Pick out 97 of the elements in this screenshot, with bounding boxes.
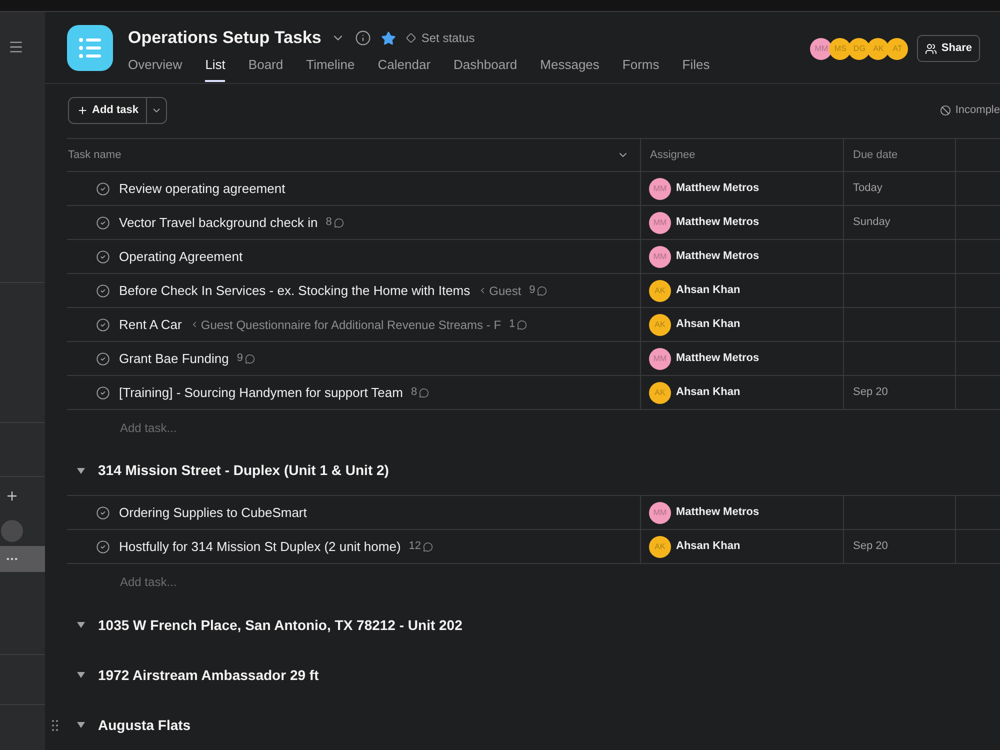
avatar: AK xyxy=(867,38,890,60)
share-button[interactable]: Share xyxy=(917,35,980,62)
tab[interactable]: Dashboard xyxy=(454,55,518,82)
no-entry-icon xyxy=(940,105,952,116)
caret-down-icon[interactable] xyxy=(77,622,85,628)
section-title: 1035 W French Place, San Antonio, TX 78212 - Unit 202 xyxy=(98,616,462,634)
check-circle-icon[interactable] xyxy=(96,540,110,554)
comment-count: 9 xyxy=(529,283,536,298)
list-icon xyxy=(67,25,113,71)
tab[interactable]: Files xyxy=(682,55,710,82)
task-name[interactable]: Hostfully for 314 Mission St Duplex (2 unit home) xyxy=(119,536,401,556)
avatar: MM xyxy=(649,246,671,268)
check-circle-icon[interactable] xyxy=(96,216,110,230)
tab[interactable]: Forms xyxy=(622,55,660,82)
info-icon[interactable] xyxy=(355,30,372,46)
speech-bubble-icon xyxy=(537,286,548,296)
task-name[interactable]: Grant Bae Funding xyxy=(119,348,229,368)
tab[interactable]: Messages xyxy=(540,55,600,82)
check-circle-icon[interactable] xyxy=(96,506,110,520)
add-task-link[interactable]: Add task... xyxy=(120,419,177,437)
avatar: AK xyxy=(649,536,671,558)
due-date: Sunday xyxy=(853,215,890,230)
avatar: AK xyxy=(649,314,671,336)
plus-icon xyxy=(5,489,19,503)
task-name[interactable]: Ordering Supplies to CubeSmart xyxy=(119,502,307,522)
avatar: AK xyxy=(649,280,671,302)
assignee-name: Matthew Metros xyxy=(676,215,760,230)
speech-bubble-icon xyxy=(244,354,255,364)
column-header[interactable]: Due date xyxy=(853,146,898,164)
comment-count: 8 xyxy=(326,215,332,230)
section-title: Augusta Flats xyxy=(98,716,191,735)
menu-icon[interactable] xyxy=(8,39,24,55)
speech-bubble-icon xyxy=(419,388,430,398)
star-icon[interactable] xyxy=(381,30,396,46)
add-task-link[interactable]: Add task... xyxy=(120,573,177,591)
task-name[interactable]: Review operating agreement xyxy=(119,178,286,198)
tab[interactable]: Overview xyxy=(128,55,182,82)
speech-bubble-icon xyxy=(423,542,434,552)
check-circle-icon[interactable] xyxy=(96,352,110,366)
parent-task-link[interactable]: Guest Questionnaire for Additional Revenue Streams - F xyxy=(190,316,502,334)
tab[interactable]: Calendar xyxy=(378,55,431,82)
task-name[interactable]: Vector Travel background check in xyxy=(119,212,318,232)
assignee-name: Matthew Metros xyxy=(676,249,760,264)
avatar: MM xyxy=(810,38,832,60)
add-task-button[interactable]: Add task xyxy=(68,97,148,124)
filter-button[interactable]: Incomple xyxy=(940,97,1000,124)
tab[interactable]: Timeline xyxy=(306,55,355,82)
caret-down-icon[interactable] xyxy=(77,722,85,728)
avatar: MM xyxy=(649,502,671,524)
check-circle-icon[interactable] xyxy=(96,386,110,400)
assignee-name: Matthew Metros xyxy=(676,351,760,366)
due-date: Today xyxy=(853,181,882,196)
check-circle-icon[interactable] xyxy=(96,250,110,264)
avatar-placeholder-icon xyxy=(1,520,23,542)
due-date: Sep 20 xyxy=(853,385,888,400)
avatar: DG xyxy=(848,38,870,60)
parent-task-link[interactable]: Guest xyxy=(478,282,522,300)
due-date: Sep 20 xyxy=(853,539,888,554)
speech-bubble-icon xyxy=(517,320,528,330)
task-name[interactable]: Rent A Car xyxy=(119,314,182,334)
column-header[interactable]: Assignee xyxy=(650,146,696,164)
speech-bubble-icon xyxy=(334,218,344,228)
assignee-name: Ahsan Khan xyxy=(676,317,740,332)
comment-count: 9 xyxy=(236,351,243,366)
assignee-name: Matthew Metros xyxy=(676,505,760,520)
set-status-button[interactable]: Set status xyxy=(406,29,475,47)
avatar: AK xyxy=(649,382,671,404)
diamond-icon xyxy=(406,33,416,43)
caret-down-icon[interactable] xyxy=(77,468,85,474)
check-circle-icon[interactable] xyxy=(96,284,110,298)
assignee-name: Ahsan Khan xyxy=(676,539,740,554)
section-title: 1972 Airstream Ambassador 29 ft xyxy=(98,666,319,684)
section-title: 314 Mission Street - Duplex (Unit 1 & Unit 2) xyxy=(98,461,389,480)
avatar: MM xyxy=(649,178,671,200)
avatar: AT xyxy=(886,38,908,60)
tab[interactable]: List xyxy=(205,55,226,82)
avatar: MM xyxy=(649,212,671,234)
column-header[interactable]: Task name xyxy=(68,146,122,164)
tab[interactable]: Board xyxy=(248,55,284,82)
caret-down-icon[interactable] xyxy=(77,672,85,678)
task-name[interactable]: Operating Agreement xyxy=(119,246,243,266)
comment-count: 12 xyxy=(408,539,422,554)
plus-icon xyxy=(77,105,88,116)
assignee-name: Ahsan Khan xyxy=(676,385,740,400)
drag-handle-icon[interactable] xyxy=(52,720,58,730)
assignee-name: Matthew Metros xyxy=(676,181,760,196)
comment-count: 8 xyxy=(410,385,418,400)
avatar: MM xyxy=(649,348,671,370)
check-circle-icon[interactable] xyxy=(96,318,110,332)
people-icon xyxy=(925,42,938,54)
project-title: Operations Setup Tasks xyxy=(128,27,322,49)
check-circle-icon[interactable] xyxy=(96,182,110,196)
avatar: MS xyxy=(829,38,852,60)
task-name[interactable]: Before Check In Services - ex. Stocking the Home with Items xyxy=(119,280,470,300)
task-name[interactable]: [Training] - Sourcing Handymen for support Team xyxy=(119,382,403,402)
assignee-name: Ahsan Khan xyxy=(676,283,740,298)
comment-count: 1 xyxy=(509,317,516,332)
